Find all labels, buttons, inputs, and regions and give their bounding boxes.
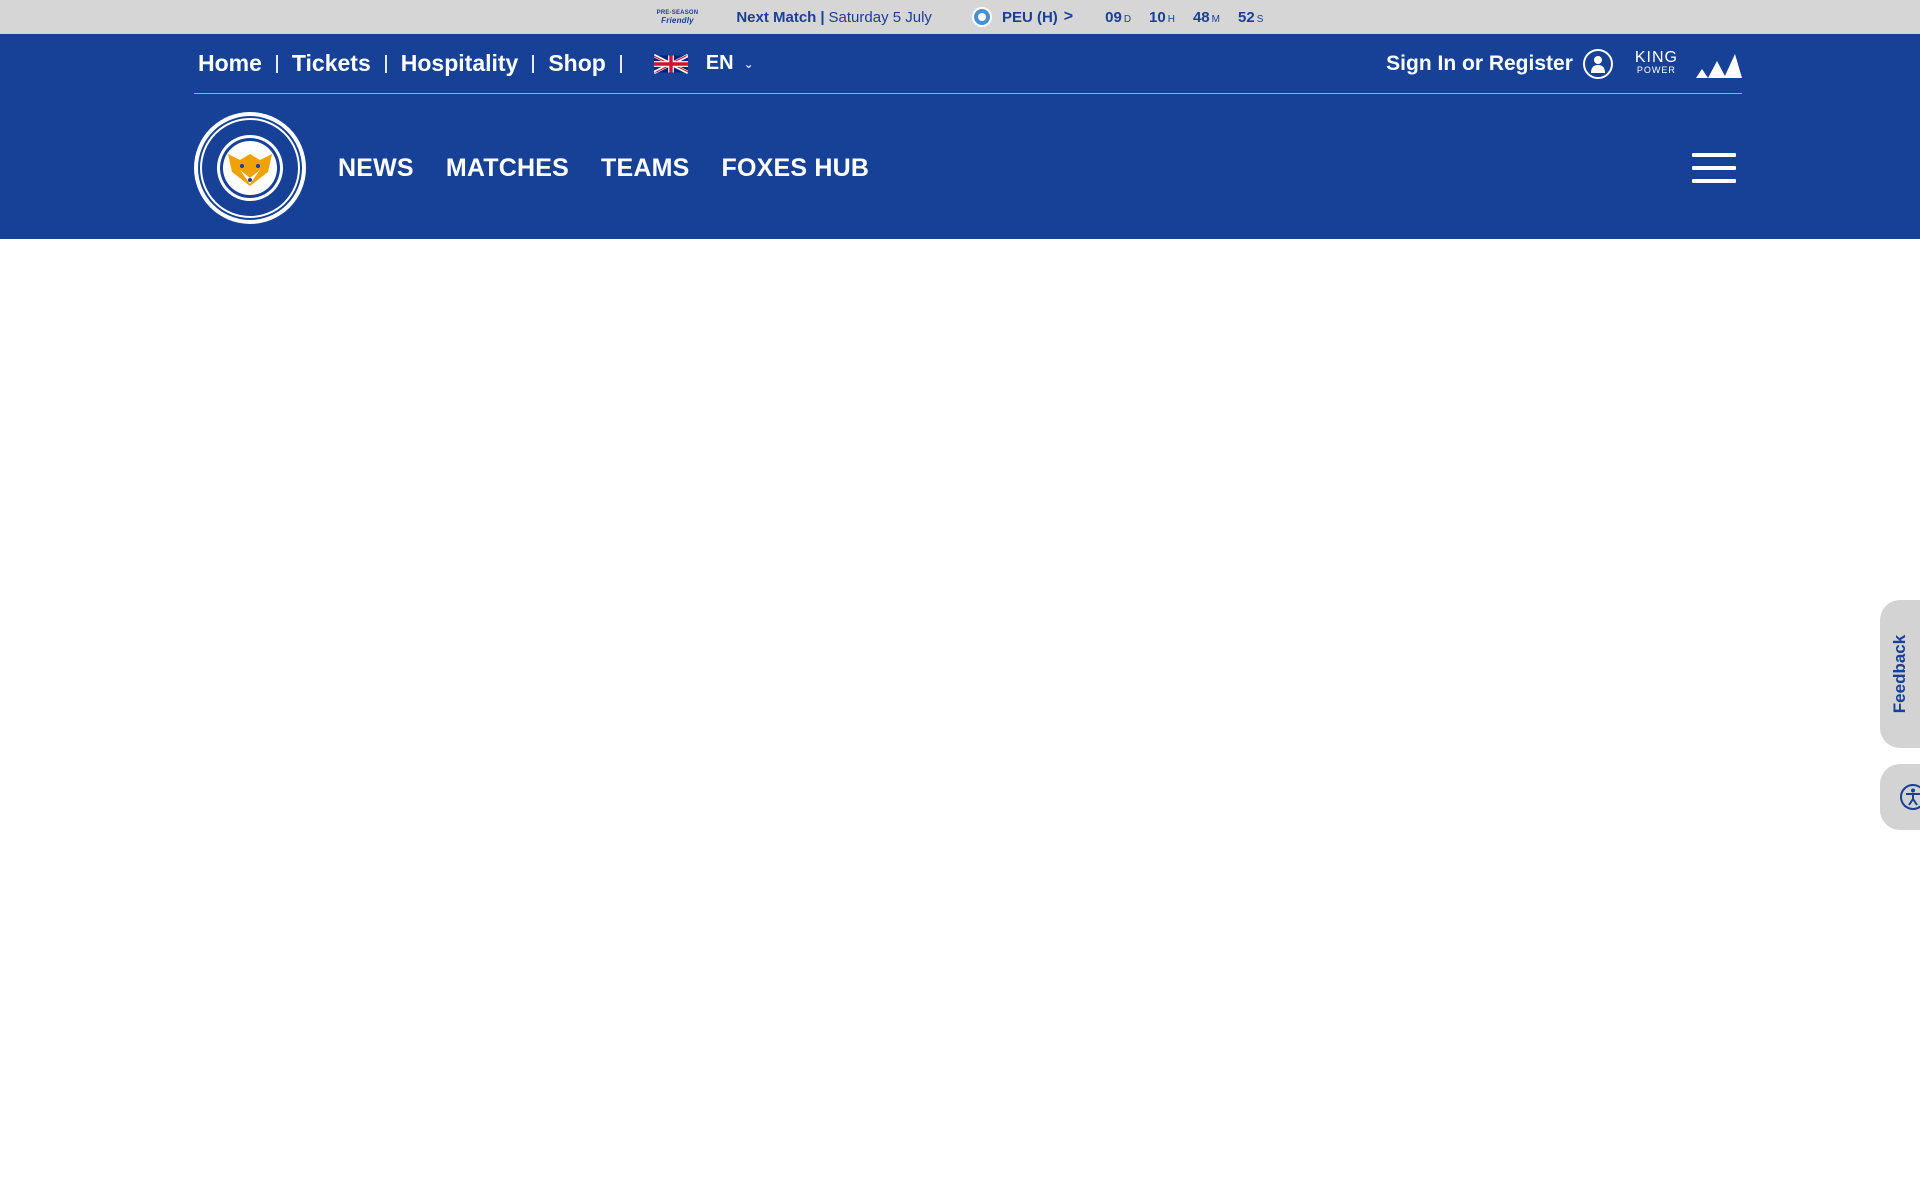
- competition-logo: PRE-SEASON Friendly: [657, 10, 699, 25]
- match-countdown: 09 D 10 H 48 M 52 S: [1105, 9, 1263, 26]
- site-header: Home Tickets Hospitality Shop EN ⌄ Sign …: [0, 34, 1920, 239]
- nav-matches[interactable]: MATCHES: [446, 154, 569, 183]
- burger-line: [1692, 166, 1736, 170]
- nav-news[interactable]: NEWS: [338, 154, 414, 183]
- util-link-hospitality[interactable]: Hospitality: [397, 50, 523, 77]
- util-link-shop[interactable]: Shop: [544, 50, 610, 77]
- countdown-minutes-unit: M: [1211, 13, 1220, 25]
- util-link-tickets[interactable]: Tickets: [288, 50, 375, 77]
- countdown-hours-unit: H: [1167, 13, 1175, 25]
- king-power-line2: POWER: [1636, 64, 1676, 75]
- divider: [532, 54, 535, 73]
- feedback-label: Feedback: [1890, 634, 1909, 714]
- feedback-tab[interactable]: Feedback: [1880, 600, 1920, 748]
- util-link-home[interactable]: Home: [194, 50, 266, 77]
- opponent-crest-icon: [971, 7, 992, 27]
- club-crest-logo[interactable]: [194, 112, 306, 224]
- adidas-logo-icon[interactable]: [1694, 50, 1742, 78]
- sign-in-register-link[interactable]: Sign In or Register: [1386, 48, 1613, 79]
- countdown-days: 09: [1105, 8, 1122, 26]
- countdown-hours: 10: [1149, 8, 1166, 26]
- language-selector[interactable]: EN ⌄: [653, 52, 754, 75]
- utility-nav: Home Tickets Hospitality Shop EN ⌄: [194, 50, 754, 77]
- king-power-logo[interactable]: KING POWER: [1634, 48, 1678, 76]
- next-match-date: Saturday 5 July: [828, 8, 932, 26]
- divider: [384, 54, 387, 73]
- nav-foxes-hub[interactable]: FOXES HUB: [721, 154, 869, 183]
- opponent-link[interactable]: PEU (H) >: [971, 7, 1074, 27]
- chevron-right-icon: >: [1063, 8, 1074, 25]
- competition-logo-bottom: Friendly: [661, 16, 694, 25]
- utility-bar: Home Tickets Hospitality Shop EN ⌄ Sign …: [194, 34, 1742, 94]
- burger-line: [1692, 153, 1736, 157]
- utility-right: Sign In or Register KING POWER: [1386, 48, 1742, 79]
- countdown-seconds-unit: S: [1256, 13, 1264, 25]
- sign-in-label: Sign In or Register: [1386, 51, 1573, 75]
- burger-line: [1692, 179, 1736, 183]
- user-icon: [1582, 48, 1613, 79]
- next-match-separator: |: [820, 8, 825, 26]
- chevron-down-icon: ⌄: [743, 56, 754, 71]
- countdown-seconds: 52: [1238, 8, 1255, 26]
- accessibility-tab[interactable]: [1880, 764, 1920, 830]
- language-code: EN: [705, 52, 734, 74]
- next-match-ticker[interactable]: PRE-SEASON Friendly Next Match | Saturda…: [0, 0, 1920, 34]
- divider: [275, 54, 278, 73]
- countdown-days-unit: D: [1123, 13, 1132, 25]
- fox-crest-icon: [198, 116, 302, 220]
- hamburger-menu-icon[interactable]: [1692, 153, 1736, 183]
- primary-nav: NEWS MATCHES TEAMS FOXES HUB: [338, 154, 901, 183]
- next-match-label: Next Match: [736, 8, 817, 26]
- countdown-minutes: 48: [1192, 8, 1210, 26]
- uk-flag-icon: [653, 53, 688, 74]
- divider: [619, 54, 622, 73]
- main-nav-row: NEWS MATCHES TEAMS FOXES HUB: [194, 110, 1742, 226]
- king-power-line1: KING: [1634, 48, 1678, 66]
- nav-teams[interactable]: TEAMS: [601, 154, 690, 183]
- opponent-name: PEU (H): [1001, 8, 1058, 26]
- accessibility-icon: [1900, 784, 1920, 810]
